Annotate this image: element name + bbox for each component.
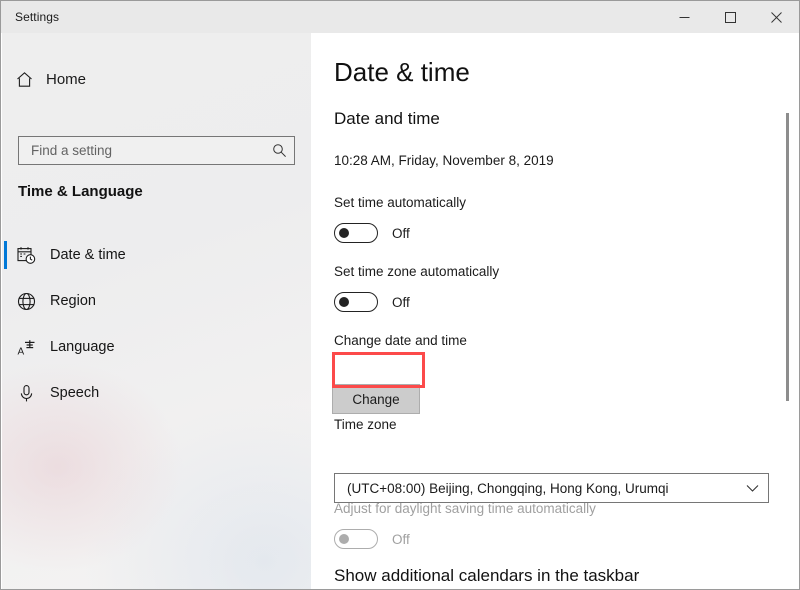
daylight-saving-row: Off	[334, 529, 410, 549]
sidebar-item-speech[interactable]: Speech	[2, 370, 311, 416]
toggle-knob	[339, 534, 349, 544]
daylight-saving-toggle[interactable]	[334, 529, 378, 549]
set-timezone-automatically-toggle[interactable]	[334, 292, 378, 312]
time-zone-dropdown[interactable]: (UTC+08:00) Beijing, Chongqing, Hong Kon…	[334, 473, 769, 503]
sidebar-item-language-label: Language	[50, 339, 115, 355]
window-title: Settings	[15, 10, 59, 24]
sidebar-item-region-label: Region	[50, 293, 96, 309]
home-icon	[2, 71, 46, 88]
set-time-automatically-label: Set time automatically	[334, 195, 466, 210]
sidebar-nav-list: Date & time Region A	[2, 232, 311, 416]
change-date-and-time-label: Change date and time	[334, 333, 467, 348]
time-zone-label: Time zone	[334, 417, 397, 432]
scrollbar[interactable]	[781, 33, 793, 589]
set-timezone-automatically-row: Off	[334, 292, 410, 312]
sidebar-item-date-and-time[interactable]: Date & time	[2, 232, 311, 278]
close-button[interactable]	[753, 2, 799, 33]
sidebar-item-home-label: Home	[46, 71, 86, 88]
set-time-automatically-row: Off	[334, 223, 410, 243]
maximize-button[interactable]	[707, 2, 753, 33]
main-content: Date & time Date and time 10:28 AM, Frid…	[311, 33, 799, 589]
title-bar: Settings	[1, 1, 799, 33]
change-button[interactable]: Change	[332, 384, 420, 414]
sidebar-item-language[interactable]: A Language	[2, 324, 311, 370]
change-button-wrap: Change	[332, 384, 420, 414]
sidebar-item-region[interactable]: Region	[2, 278, 311, 324]
scrollbar-thumb[interactable]	[786, 113, 789, 401]
sidebar-item-date-and-time-label: Date & time	[50, 247, 126, 263]
calendar-clock-icon	[2, 246, 50, 265]
chevron-down-icon[interactable]	[736, 484, 768, 493]
microphone-icon	[2, 384, 50, 403]
set-time-automatically-state: Off	[392, 226, 410, 241]
page-title: Date & time	[334, 57, 470, 88]
additional-calendars-heading: Show additional calendars in the taskbar	[334, 566, 639, 586]
selection-indicator	[4, 241, 7, 269]
sidebar-item-speech-label: Speech	[50, 385, 99, 401]
daylight-saving-label: Adjust for daylight saving time automati…	[334, 501, 596, 516]
sidebar: Home Time & Language	[2, 33, 311, 589]
toggle-knob	[339, 228, 349, 238]
set-timezone-automatically-label: Set time zone automatically	[334, 264, 499, 279]
set-timezone-automatically-state: Off	[392, 295, 410, 310]
time-zone-selected-value: (UTC+08:00) Beijing, Chongqing, Hong Kon…	[335, 481, 736, 496]
search-input[interactable]	[19, 143, 264, 158]
sidebar-category-title: Time & Language	[18, 183, 143, 200]
set-time-automatically-toggle[interactable]	[334, 223, 378, 243]
date-and-time-heading: Date and time	[334, 109, 440, 129]
search-box[interactable]	[18, 136, 295, 165]
search-icon[interactable]	[264, 143, 294, 158]
daylight-saving-state: Off	[392, 532, 410, 547]
svg-text:A: A	[17, 346, 24, 357]
sidebar-item-home[interactable]: Home	[2, 60, 311, 98]
current-datetime-text: 10:28 AM, Friday, November 8, 2019	[334, 153, 554, 168]
minimize-button[interactable]	[661, 2, 707, 33]
toggle-knob	[339, 297, 349, 307]
settings-window: Settings Home	[0, 0, 800, 590]
globe-icon	[2, 292, 50, 311]
language-icon: A	[2, 338, 50, 357]
